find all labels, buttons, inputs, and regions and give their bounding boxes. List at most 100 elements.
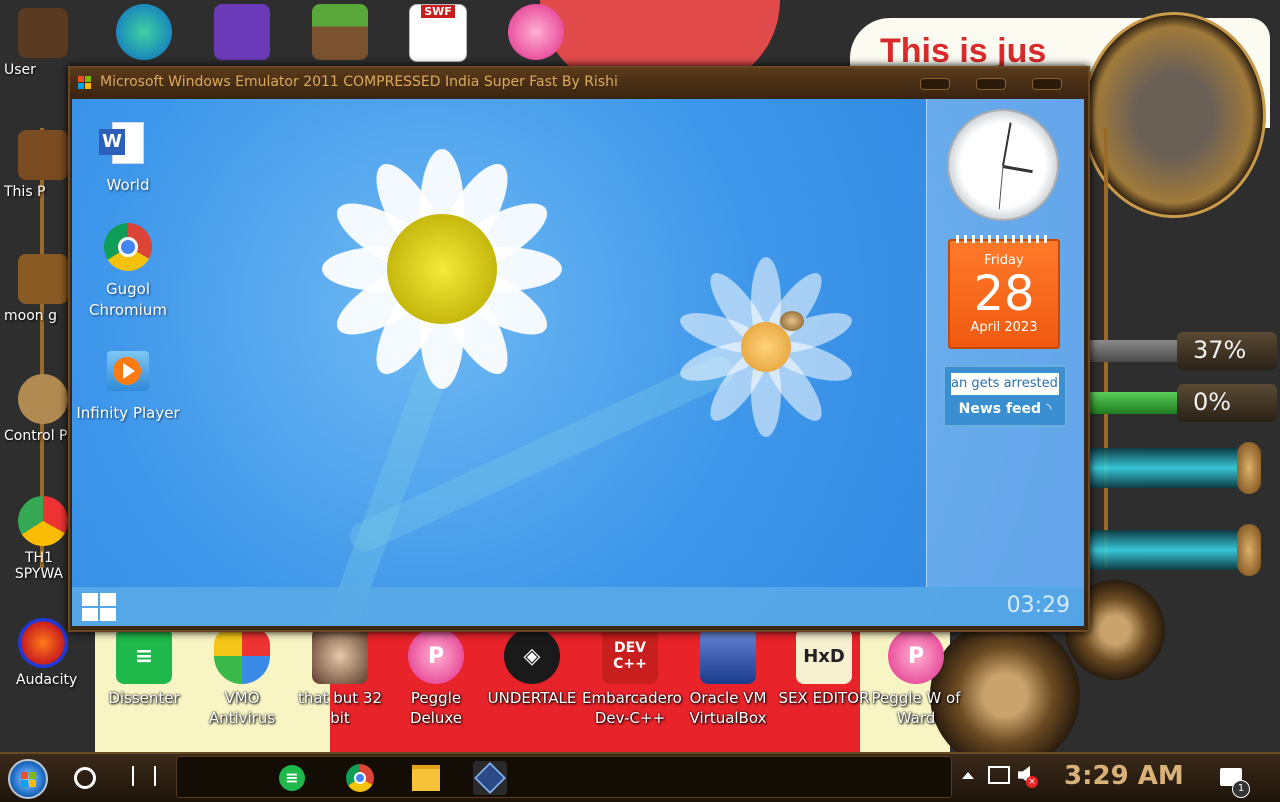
calendar-month: April 2023	[970, 320, 1038, 335]
maximize-button[interactable]	[976, 78, 1006, 90]
desktop-icon-32bit[interactable]: that but 32 bit	[292, 628, 388, 728]
virtualbox-icon	[474, 762, 506, 794]
desktop-icon-peggle-top[interactable]	[488, 4, 584, 60]
flash-swf-icon: SWF	[409, 4, 467, 62]
desktop-icon-label: Audacity	[16, 672, 78, 688]
taskbar-clock[interactable]: 3:29 AM	[1064, 761, 1184, 791]
desktop-icon-label: Peggle W of Ward	[871, 689, 961, 727]
taskbar-dissenter[interactable]: ≡	[275, 761, 309, 795]
desktop-icon-label: Oracle VM VirtualBox	[689, 689, 767, 727]
emulator-clock: 03:29	[1006, 593, 1070, 618]
emu-icon-infinity-player[interactable]: Infinity Player	[72, 345, 188, 424]
desktop-icon-hex-editor[interactable]: HxD SEX EDITOR	[776, 628, 872, 708]
desktop-icon-label: TH1 SPYWA	[14, 550, 64, 582]
system-tray: × 3:29 AM 1	[960, 756, 1280, 800]
rss-icon: ◝	[1045, 401, 1052, 417]
desktop-icon-label: Dissenter	[108, 689, 180, 707]
desktop-icon-dissenter[interactable]: ≡ Dissenter	[96, 628, 192, 708]
peggle-icon: P	[408, 628, 464, 684]
emu-icon-label: World	[106, 176, 150, 194]
word-icon: W	[99, 117, 154, 169]
desktop-icon-label: Embarcadero Dev-C++	[582, 689, 682, 727]
virtualbox-icon	[700, 628, 756, 684]
minecraft-icon	[312, 4, 368, 60]
emu-icon-gugol-chromium[interactable]: Gugol Chromium	[72, 221, 188, 321]
hex-editor-icon: HxD	[796, 628, 852, 684]
news-ticker[interactable]: an gets arrested	[951, 373, 1059, 395]
taskbar-chrome[interactable]	[343, 761, 377, 795]
steam-tube-1	[1085, 442, 1261, 494]
ram-meter: 0%	[1085, 382, 1280, 426]
chrome-icon	[102, 221, 154, 273]
news-feed-label: News feed	[958, 401, 1042, 417]
network-icon[interactable]	[988, 766, 1010, 784]
peggle-icon	[508, 4, 564, 60]
emulator-taskbar: 03:29	[72, 587, 1084, 626]
control-panel-icon	[18, 374, 68, 424]
notification-count: 1	[1232, 780, 1250, 798]
calendar-date: 28	[973, 266, 1035, 322]
visual-studio-icon	[214, 4, 270, 60]
search-circle-icon[interactable]	[74, 767, 96, 789]
portrait-icon	[312, 628, 368, 684]
desktop-icon-label: that but 32 bit	[298, 689, 382, 727]
close-button[interactable]	[1032, 78, 1062, 90]
desktop-icon-devcpp[interactable]: DEV C++ Embarcadero Dev-C++	[582, 628, 682, 728]
emu-icon-label: Gugol Chromium	[89, 280, 167, 319]
file-explorer-icon	[412, 765, 440, 791]
calendar-rings	[956, 235, 1052, 243]
chrome-icon	[346, 764, 374, 792]
moon-game-icon	[18, 254, 68, 304]
steampunk-clock-widget	[1082, 12, 1266, 218]
emulator-title-bar[interactable]: Microsoft Windows Emulator 2011 COMPRESS…	[70, 68, 1088, 98]
media-player-icon	[102, 345, 154, 397]
steampunk-meters: 37% 0%	[1065, 330, 1280, 750]
emulator-window[interactable]: Microsoft Windows Emulator 2011 COMPRESS…	[68, 66, 1090, 632]
desktop-icon-flash[interactable]: SWF	[390, 4, 486, 62]
show-hidden-icons-chevron-icon[interactable]	[962, 772, 974, 779]
emulator-title: Microsoft Windows Emulator 2011 COMPRESS…	[100, 74, 618, 90]
devcpp-icon: DEV C++	[602, 628, 658, 684]
swf-label: SWF	[421, 5, 455, 18]
desktop-icon-virtualbox[interactable]: Oracle VM VirtualBox	[680, 628, 776, 728]
unity-icon: ◈	[504, 628, 560, 684]
desktop-icon-visual-studio[interactable]	[194, 4, 290, 60]
chrome-icon	[18, 496, 68, 546]
emulator-desktop[interactable]: W World Gugol Chromium Infinity Player F…	[72, 99, 1084, 626]
taskbar-virtualbox[interactable]	[473, 761, 507, 795]
antivirus-shield-icon	[214, 628, 270, 684]
emu-icon-world[interactable]: W World	[72, 117, 188, 196]
desktop-icon-edge[interactable]	[96, 4, 192, 60]
desktop-icon-peggle-wow[interactable]: P Peggle W of Ward	[868, 628, 964, 728]
dissenter-icon: ≡	[116, 628, 172, 684]
emulator-start-button[interactable]	[82, 593, 118, 621]
start-button[interactable]	[8, 759, 48, 799]
desktop-icon-label: Peggle Deluxe	[409, 689, 463, 727]
user-folder-icon	[18, 8, 68, 58]
taskbar-file-explorer[interactable]	[409, 761, 443, 795]
edge-icon	[116, 4, 172, 60]
calendar-gadget[interactable]: Friday 28 April 2023	[948, 235, 1060, 349]
ram-meter-value: 0%	[1193, 388, 1232, 416]
desktop-icon-vmo-antivirus[interactable]: VMO Antivirus	[194, 628, 290, 728]
cursor-bee-icon	[780, 311, 804, 331]
minimize-button[interactable]	[920, 78, 950, 90]
task-view-icon[interactable]	[132, 766, 156, 786]
audacity-icon	[18, 618, 68, 668]
cpu-meter: 37%	[1085, 330, 1280, 374]
taskbar-pinned-apps: ≡	[176, 756, 952, 798]
clock-gadget	[947, 109, 1059, 221]
emu-icon-label: Infinity Player	[76, 404, 180, 422]
desktop-icon-label: SEX EDITOR	[778, 689, 870, 707]
gadget-sidebar: Friday 28 April 2023 an gets arrested Ne…	[926, 99, 1084, 587]
taskbar: ≡ × 3:29 AM 1	[0, 752, 1280, 802]
desktop-icon-label: VMO Antivirus	[208, 689, 276, 727]
desktop-icon-minecraft[interactable]	[292, 4, 388, 60]
desktop-icon-undertale[interactable]: ◈ UNDERTALE	[484, 628, 580, 708]
desktop-icon-peggle-deluxe[interactable]: P Peggle Deluxe	[388, 628, 484, 728]
steam-tube-2	[1085, 524, 1261, 576]
desktop-icon-label: UNDERTALE	[487, 689, 577, 707]
cpu-meter-value: 37%	[1193, 336, 1247, 364]
news-feed-gadget[interactable]: an gets arrested News feed ◝	[943, 365, 1067, 427]
peggle-icon: P	[888, 628, 944, 684]
